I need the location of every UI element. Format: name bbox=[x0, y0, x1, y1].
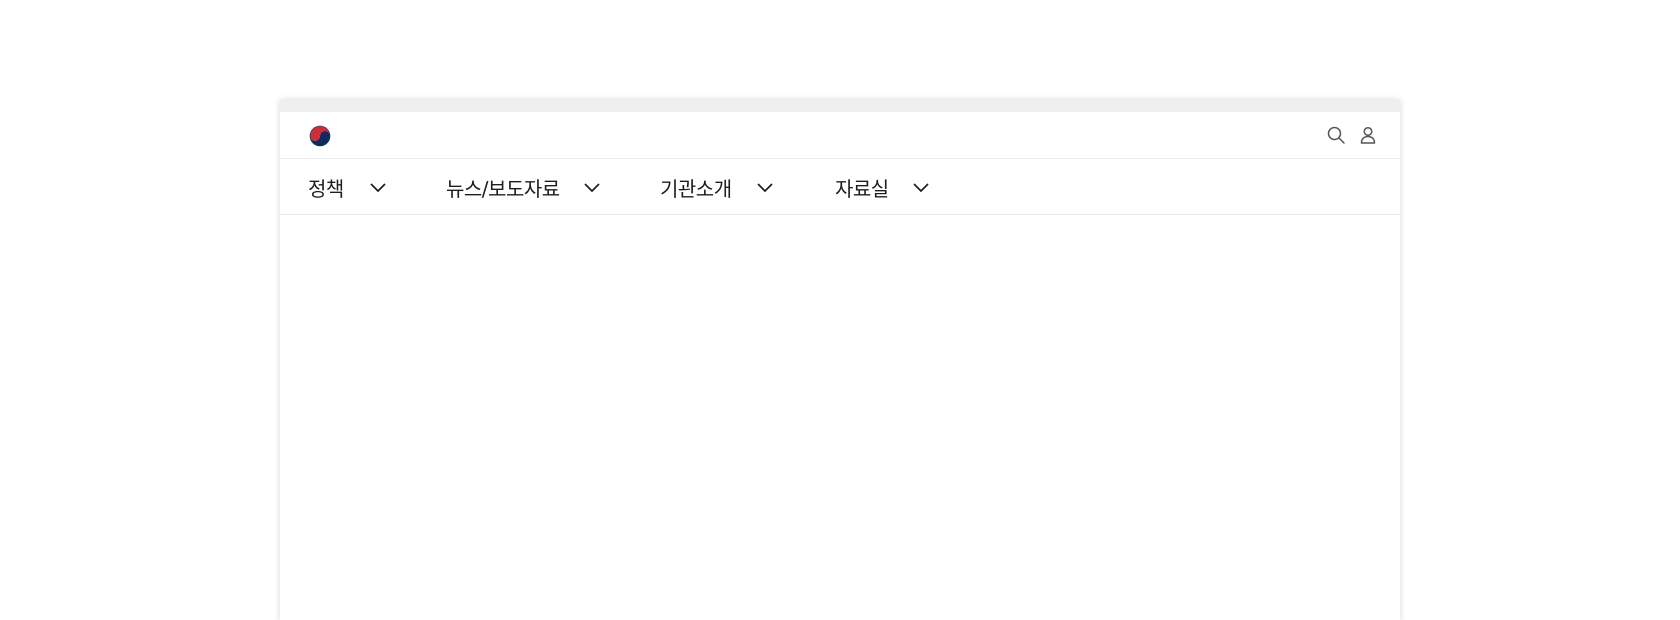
chevron-down-icon bbox=[757, 183, 773, 193]
utility-icons bbox=[1326, 125, 1378, 145]
taegeuk-logo-icon bbox=[309, 125, 331, 147]
government-logo[interactable] bbox=[309, 125, 331, 147]
nav-item-label: 뉴스/보도자료 bbox=[446, 176, 560, 201]
nav-item-label: 기관소개 bbox=[660, 176, 732, 201]
page-content bbox=[280, 215, 1400, 619]
nav-item-policy[interactable]: 정책 bbox=[308, 159, 387, 215]
chevron-down-icon bbox=[913, 183, 929, 193]
site-header bbox=[280, 112, 1400, 159]
chevron-down-icon bbox=[584, 183, 600, 193]
chevron-down-icon bbox=[370, 183, 386, 193]
nav-item-news[interactable]: 뉴스/보도자료 bbox=[446, 159, 601, 215]
user-icon[interactable] bbox=[1358, 125, 1378, 145]
main-navigation: 정책 뉴스/보도자료 기관소개 자료실 bbox=[280, 159, 1400, 215]
nav-item-label: 자료실 bbox=[835, 176, 889, 201]
nav-item-label: 정책 bbox=[308, 176, 344, 201]
nav-item-about[interactable]: 기관소개 bbox=[660, 159, 774, 215]
search-icon[interactable] bbox=[1326, 125, 1346, 145]
nav-item-archive[interactable]: 자료실 bbox=[835, 159, 930, 215]
browser-frame: 정책 뉴스/보도자료 기관소개 자료실 bbox=[280, 100, 1400, 620]
top-strip bbox=[280, 100, 1400, 112]
